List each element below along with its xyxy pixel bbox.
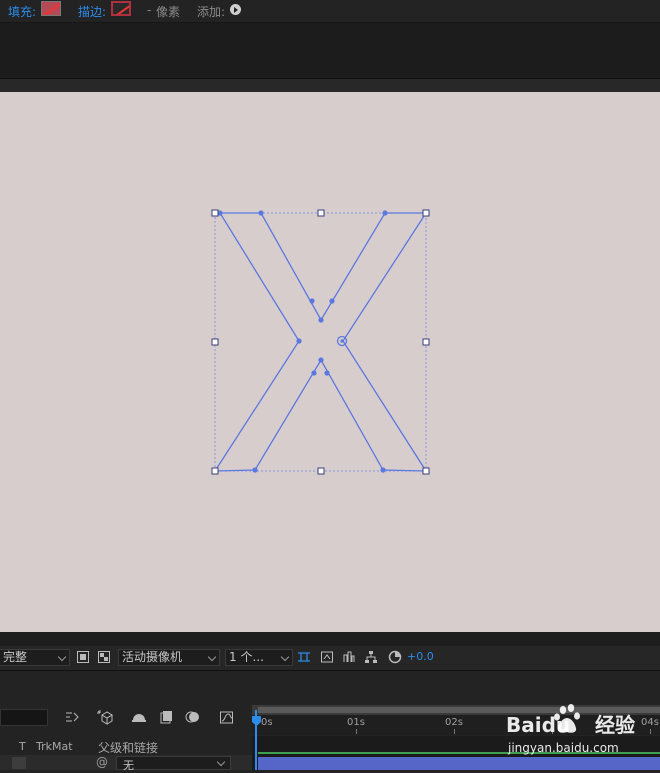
views-value: 1 个... bbox=[229, 650, 264, 664]
panel-separator bbox=[0, 78, 660, 93]
draft-3d-icon[interactable] bbox=[96, 709, 114, 725]
fill-label: 填充: bbox=[8, 5, 37, 19]
watermark-url: jingyan.baidu.com bbox=[507, 741, 619, 755]
transparency-grid-icon[interactable] bbox=[97, 650, 111, 664]
region-of-interest-icon[interactable] bbox=[76, 650, 90, 664]
motion-blur-icon[interactable] bbox=[185, 710, 200, 724]
exposure-value[interactable]: +0.0 bbox=[407, 650, 434, 663]
trkmat-dropdown[interactable] bbox=[12, 757, 26, 769]
views-dropdown[interactable]: 1 个... bbox=[225, 649, 293, 666]
flowchart-icon[interactable] bbox=[364, 650, 378, 664]
fill-swatch[interactable] bbox=[41, 1, 61, 16]
watermark-brand: Baidu bbox=[506, 713, 570, 737]
comp-flowchart-icon[interactable] bbox=[342, 650, 356, 664]
resolution-value: 完整 bbox=[3, 650, 28, 664]
shape-path-x[interactable] bbox=[0, 92, 660, 632]
tick-label-01s: 01s bbox=[347, 717, 365, 728]
pickwhip-icon[interactable]: @ bbox=[96, 755, 108, 769]
viewer-divider bbox=[0, 632, 660, 646]
viewer-controls: 完整 活动摄像机 1 个... +0.0 bbox=[0, 646, 660, 671]
camera-value: 活动摄像机 bbox=[122, 650, 183, 664]
col-header-parent: 父级和链接 bbox=[98, 741, 159, 755]
reset-exposure-icon[interactable] bbox=[388, 650, 402, 664]
comp-mini-flowchart-icon[interactable] bbox=[65, 710, 81, 724]
stroke-unit: 像素 bbox=[156, 5, 181, 19]
shape-toolbar: 填充: 描边: - 像素 添加: bbox=[0, 0, 660, 23]
bounding-box bbox=[214, 212, 427, 472]
stroke-swatch[interactable] bbox=[111, 1, 131, 16]
graph-editor-icon[interactable] bbox=[219, 710, 234, 724]
tick-label-02s: 02s bbox=[445, 717, 463, 728]
stroke-label: 描边: bbox=[78, 5, 107, 19]
parent-value: 无 bbox=[123, 759, 134, 772]
composition-canvas[interactable] bbox=[0, 92, 660, 632]
add-play-icon[interactable] bbox=[230, 4, 241, 15]
camera-dropdown[interactable]: 活动摄像机 bbox=[118, 649, 220, 666]
fast-previews-icon[interactable] bbox=[297, 650, 311, 664]
add-label: 添加: bbox=[197, 5, 226, 19]
stroke-width-value[interactable]: - bbox=[147, 3, 151, 17]
tick-label-0s: 0s bbox=[261, 717, 273, 728]
baidu-watermark-logo: Baidu 经验 jingyan.baidu.com bbox=[506, 704, 635, 755]
chevron-down-icon bbox=[216, 757, 226, 767]
x-letter-path[interactable] bbox=[213, 212, 428, 472]
transform-handles[interactable] bbox=[211, 209, 430, 475]
shy-layers-icon[interactable] bbox=[131, 710, 147, 724]
parent-dropdown[interactable]: 无 bbox=[116, 756, 231, 772]
col-header-t: T bbox=[19, 740, 26, 753]
layer-row[interactable]: @ 无 bbox=[0, 755, 252, 772]
resolution-dropdown[interactable]: 完整 bbox=[0, 649, 70, 666]
layer-search-input[interactable] bbox=[0, 709, 48, 726]
panel-strip bbox=[0, 23, 660, 78]
path-vertices[interactable] bbox=[212, 210, 429, 474]
anchor-point-icon[interactable] bbox=[336, 335, 348, 347]
tick-mark bbox=[454, 729, 455, 734]
watermark-brand-suffix: 经验 bbox=[595, 713, 635, 737]
tick-mark bbox=[356, 729, 357, 734]
timeline-toggle-icon[interactable] bbox=[320, 650, 334, 664]
col-header-trkmat: TrkMat bbox=[36, 740, 73, 753]
frame-blending-icon[interactable] bbox=[159, 710, 173, 724]
